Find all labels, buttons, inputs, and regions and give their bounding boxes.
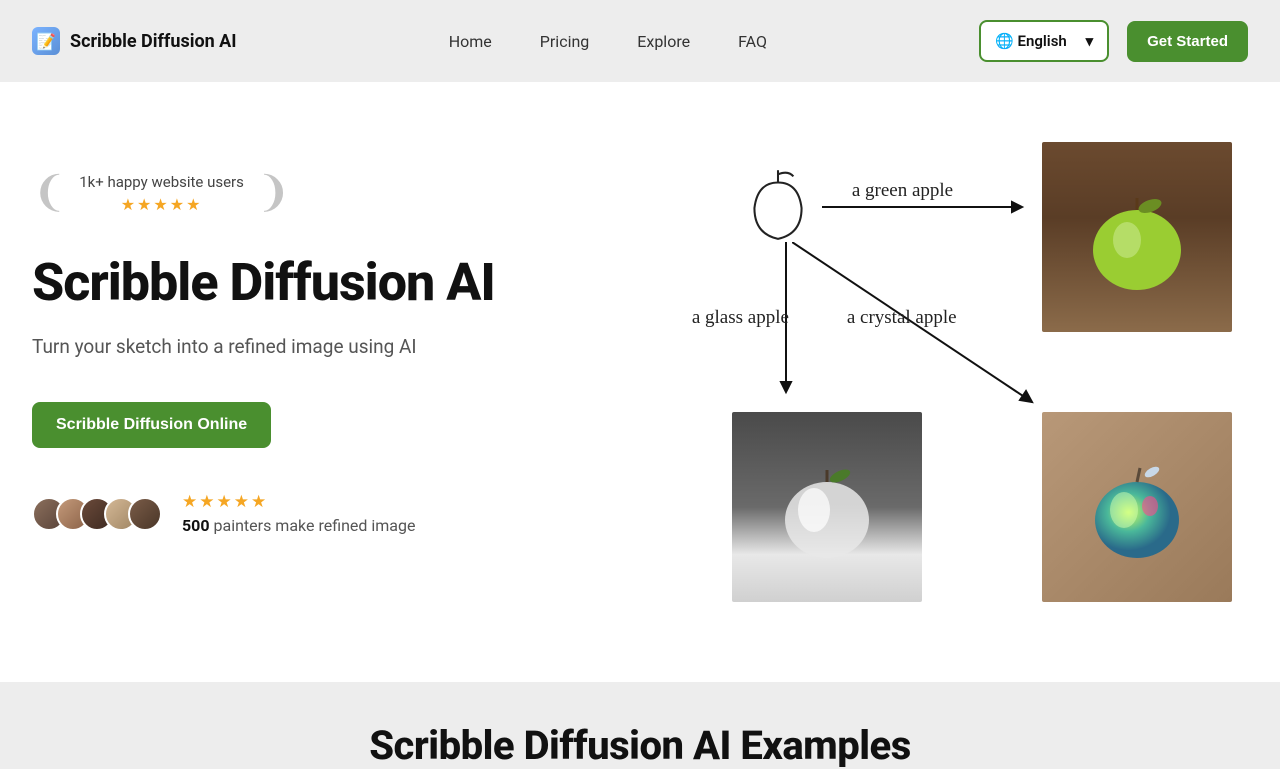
laurel-left-icon: ❨	[32, 172, 67, 214]
hero-subtitle: Turn your sketch into a refined image us…	[32, 335, 616, 358]
user-avatars	[32, 497, 162, 531]
laurel-badge: ❨ 1k+ happy website users ★★★★★ ❨	[32, 172, 291, 214]
apple-sketch-icon	[742, 162, 814, 244]
laurel-text: 1k+ happy website users	[79, 173, 244, 191]
chevron-down-icon: ▾	[1086, 32, 1094, 50]
main-nav: Home Pricing Explore FAQ	[449, 32, 767, 51]
result-crystal-apple	[1042, 412, 1232, 602]
avatar	[128, 497, 162, 531]
get-started-button[interactable]: Get Started	[1127, 21, 1248, 62]
hero-section: ❨ 1k+ happy website users ★★★★★ ❨ Scribb…	[0, 82, 1280, 682]
hero-illustration: a green apple a glass apple a crystal ap…	[656, 142, 1248, 602]
hero-content: ❨ 1k+ happy website users ★★★★★ ❨ Scribb…	[32, 142, 616, 602]
nav-home[interactable]: Home	[449, 32, 492, 51]
examples-section: Scribble Diffusion AI Examples	[0, 682, 1280, 769]
result-glass-apple	[732, 412, 922, 602]
demo-label-green: a green apple	[852, 180, 953, 202]
language-label: 🌐 English	[995, 32, 1067, 50]
social-proof-text: 500 painters make refined image	[182, 516, 415, 535]
result-green-apple	[1042, 142, 1232, 332]
social-proof: ★★★★★ 500 painters make refined image	[32, 492, 616, 535]
cta-button[interactable]: Scribble Diffusion Online	[32, 402, 271, 448]
examples-title: Scribble Diffusion AI Examples	[32, 722, 1248, 769]
site-header: 📝 Scribble Diffusion AI Home Pricing Exp…	[0, 0, 1280, 82]
logo[interactable]: 📝 Scribble Diffusion AI	[32, 27, 237, 55]
logo-text: Scribble Diffusion AI	[70, 31, 237, 52]
demo-label-crystal: a crystal apple	[847, 307, 957, 329]
nav-faq[interactable]: FAQ	[738, 32, 767, 51]
pencil-icon: 📝	[32, 27, 60, 55]
nav-explore[interactable]: Explore	[637, 32, 690, 51]
language-select[interactable]: 🌐 English ▾	[979, 20, 1109, 62]
hero-title: Scribble Diffusion AI	[32, 254, 616, 311]
demo-diagram: a green apple a glass apple a crystal ap…	[672, 142, 1232, 602]
nav-pricing[interactable]: Pricing	[540, 32, 590, 51]
star-rating-icon: ★★★★★	[79, 195, 244, 214]
demo-label-glass: a glass apple	[692, 307, 789, 329]
header-actions: 🌐 English ▾ Get Started	[979, 20, 1248, 62]
laurel-right-icon: ❨	[256, 172, 291, 214]
star-rating-icon: ★★★★★	[182, 492, 415, 512]
